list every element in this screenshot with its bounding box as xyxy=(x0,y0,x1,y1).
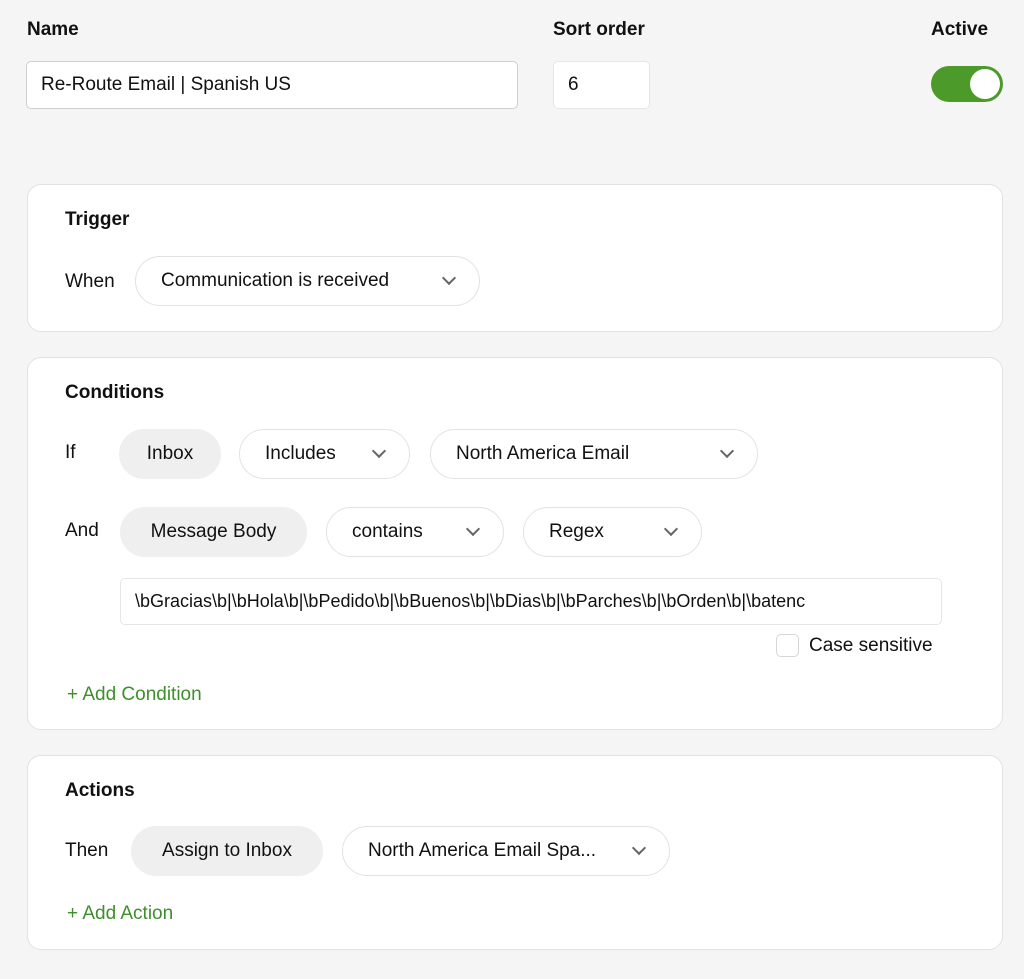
operator-value: contains xyxy=(352,521,423,542)
add-action-button[interactable]: + Add Action xyxy=(67,903,173,925)
case-sensitive-checkbox[interactable] xyxy=(776,634,799,657)
chevron-down-icon xyxy=(465,521,481,537)
chevron-down-icon xyxy=(631,840,647,856)
sort-order-label: Sort order xyxy=(553,19,645,40)
if-label: If xyxy=(65,442,76,463)
action-type[interactable]: Assign to Inbox xyxy=(131,826,323,876)
chevron-down-icon xyxy=(719,443,735,459)
chevron-down-icon xyxy=(371,443,387,459)
conditions-title: Conditions xyxy=(65,382,165,403)
then-label: Then xyxy=(65,840,109,861)
operator-value: Includes xyxy=(265,443,336,464)
when-label: When xyxy=(65,271,115,292)
chevron-down-icon xyxy=(663,521,679,537)
value-text: Regex xyxy=(549,521,604,542)
and-label: And xyxy=(65,520,99,541)
actions-title: Actions xyxy=(65,780,135,801)
condition-field[interactable]: Inbox xyxy=(119,429,221,479)
action-value-text: North America Email Spa... xyxy=(368,840,597,861)
value-text: North America Email xyxy=(456,443,630,464)
sort-order-input[interactable]: 6 xyxy=(553,61,650,109)
case-sensitive-label: Case sensitive xyxy=(809,635,933,656)
trigger-select[interactable]: Communication is received xyxy=(135,256,480,306)
condition-value-select[interactable]: North America Email xyxy=(430,429,758,479)
name-label: Name xyxy=(27,19,79,40)
toggle-knob xyxy=(970,69,1000,99)
conditions-card: Conditions If Inbox Includes North Ameri… xyxy=(27,357,1003,730)
name-input[interactable]: Re-Route Email | Spanish US xyxy=(26,61,518,109)
active-label: Active xyxy=(931,19,989,40)
condition-value-select[interactable]: Regex xyxy=(523,507,702,557)
chevron-down-icon xyxy=(441,270,457,286)
trigger-title: Trigger xyxy=(65,209,130,230)
actions-card: Actions Then Assign to Inbox North Ameri… xyxy=(27,755,1003,950)
add-condition-button[interactable]: + Add Condition xyxy=(67,684,202,706)
condition-operator-select[interactable]: contains xyxy=(326,507,504,557)
condition-operator-select[interactable]: Includes xyxy=(239,429,410,479)
trigger-card: Trigger When Communication is received xyxy=(27,184,1003,332)
condition-field[interactable]: Message Body xyxy=(120,507,307,557)
action-value-select[interactable]: North America Email Spa... xyxy=(342,826,670,876)
active-toggle[interactable] xyxy=(931,66,1003,102)
trigger-select-value: Communication is received xyxy=(161,270,390,291)
regex-input[interactable]: \bGracias\b|\bHola\b|\bPedido\b|\bBuenos… xyxy=(120,578,942,625)
